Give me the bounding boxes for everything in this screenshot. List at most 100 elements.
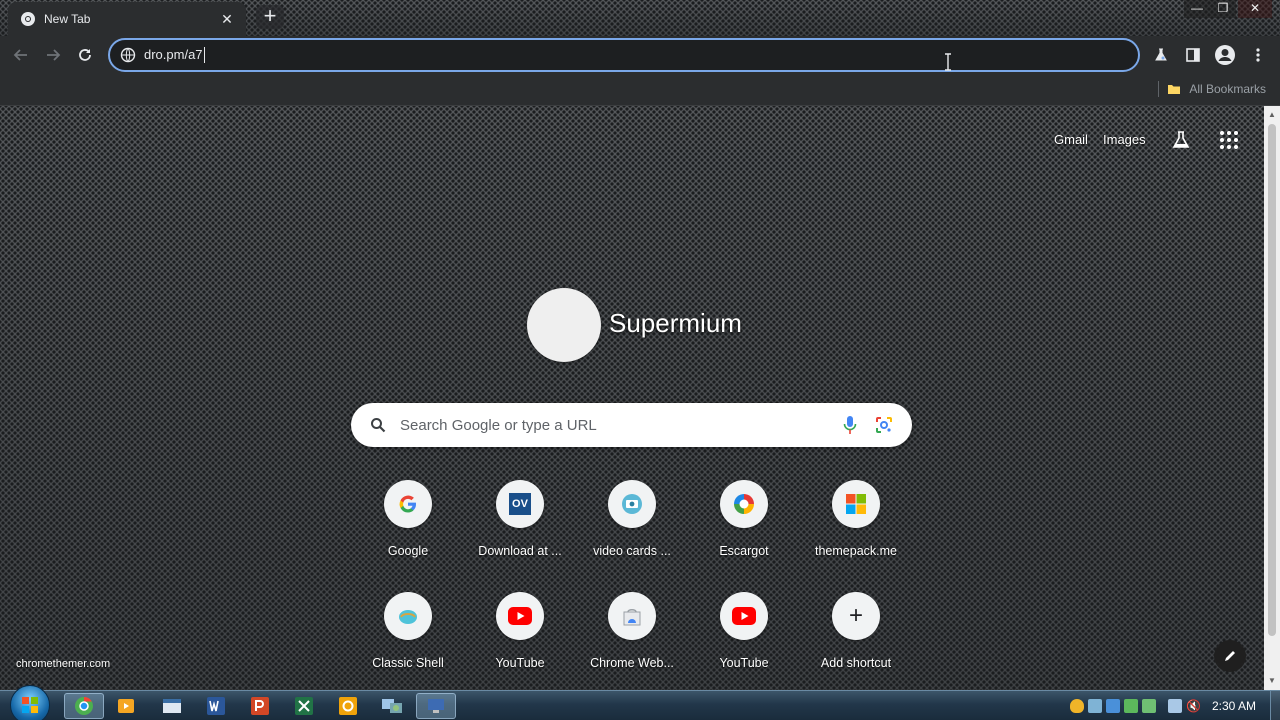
all-bookmarks-button[interactable]: All Bookmarks	[1158, 81, 1266, 97]
app-window-icon	[163, 699, 181, 713]
gmail-link[interactable]: Gmail	[1054, 132, 1088, 147]
images-link[interactable]: Images	[1103, 132, 1146, 147]
classic-shell-icon	[399, 610, 417, 624]
theme-attribution-link[interactable]: chromethemer.com	[16, 658, 110, 670]
scroll-up-arrow-icon[interactable]: ▲	[1268, 110, 1276, 119]
back-button[interactable]	[8, 42, 34, 68]
pencil-icon	[1225, 651, 1235, 661]
shortcut-label: Google	[387, 544, 429, 558]
shortcut-youtube-2[interactable]: YouTube	[688, 592, 800, 692]
shortcut-label: YouTube	[495, 656, 545, 670]
lens-search-icon[interactable]	[875, 416, 893, 434]
labs-flask-icon[interactable]	[1171, 130, 1191, 150]
shortcut-label: themepack.me	[815, 544, 897, 558]
app-monitor-icon	[428, 699, 444, 713]
minimize-button[interactable]: —	[1184, 0, 1210, 18]
taskbar-word[interactable]	[196, 693, 236, 719]
shortcut-themepack[interactable]: themepack.me	[800, 480, 912, 580]
restore-button[interactable]: ❐	[1210, 0, 1236, 18]
taskbar-app-9[interactable]	[416, 693, 456, 719]
shortcut-icon-wrap	[384, 480, 432, 528]
tray-app-icon[interactable]	[1141, 699, 1156, 713]
shortcut-youtube-1[interactable]: YouTube	[464, 592, 576, 692]
side-panel-icon	[1186, 48, 1200, 62]
shortcut-chrome-web-store[interactable]: Chrome Web...	[576, 592, 688, 692]
google-apps-icon[interactable]	[1219, 130, 1239, 150]
taskbar-chrome[interactable]	[64, 693, 104, 719]
shield-icon[interactable]	[1069, 699, 1084, 713]
shortcut-label: Classic Shell	[372, 656, 444, 670]
new-tab-button[interactable]: +	[256, 5, 284, 29]
tray-network-icon[interactable]	[1087, 699, 1102, 713]
shortcut-label: Escargot	[719, 544, 769, 558]
customize-button[interactable]	[1214, 640, 1246, 672]
excel-icon	[295, 697, 313, 715]
profile-button[interactable]	[1212, 42, 1238, 68]
taskbar-outlook[interactable]	[328, 693, 368, 719]
flask-icon	[1155, 48, 1167, 61]
ov-icon: OV	[509, 493, 531, 515]
reload-button[interactable]	[72, 42, 98, 68]
word-icon	[207, 697, 225, 715]
side-panel-button[interactable]	[1180, 42, 1206, 68]
shortcut-classic-shell[interactable]: Classic Shell	[352, 592, 464, 692]
forward-button[interactable]	[40, 42, 66, 68]
taskbar-powerpoint[interactable]	[240, 693, 280, 719]
search-box[interactable]: Search Google or type a URL	[351, 403, 912, 447]
escargot-icon	[734, 494, 754, 514]
show-desktop-button[interactable]	[1270, 691, 1280, 720]
windows-flag-icon	[846, 494, 866, 514]
tab-title: New Tab	[44, 12, 91, 26]
chrome-web-store-icon	[623, 609, 641, 626]
scrollbar-thumb[interactable]	[1268, 124, 1276, 636]
tab-close-icon[interactable]: ✕	[218, 11, 236, 28]
logo-circle	[527, 288, 601, 362]
plus-icon: +	[848, 602, 863, 629]
shortcut-escargot[interactable]: Escargot	[688, 480, 800, 580]
shortcut-label: Add shortcut	[820, 656, 892, 670]
windows-logo-icon	[22, 697, 38, 713]
start-button[interactable]	[10, 685, 50, 720]
kebab-menu-icon	[1256, 48, 1260, 62]
taskbar-network-app[interactable]	[372, 693, 412, 719]
video-card-icon	[622, 494, 642, 514]
page-scrollbar[interactable]: ▲ ▼	[1264, 106, 1280, 690]
close-window-button[interactable]: ✕	[1238, 0, 1272, 18]
shortcut-add[interactable]: + Add shortcut	[800, 592, 912, 692]
shortcut-label: YouTube	[719, 656, 769, 670]
labs-button[interactable]	[1148, 42, 1174, 68]
volume-muted-icon[interactable]: 🔇	[1186, 699, 1201, 713]
outlook-icon	[339, 697, 357, 715]
address-bar[interactable]: dro.pm/a7	[108, 38, 1140, 72]
shortcut-download[interactable]: OV Download at ...	[464, 480, 576, 580]
google-g-icon	[399, 495, 416, 513]
shortcut-label: Chrome Web...	[590, 656, 674, 670]
tray-check-icon[interactable]	[1123, 699, 1138, 713]
powerpoint-icon	[251, 697, 269, 715]
toolbar: dro.pm/a7	[0, 36, 1280, 74]
taskbar-media-player[interactable]	[106, 693, 146, 719]
taskbar-clock[interactable]: 2:30 AM	[1212, 699, 1256, 713]
site-info-icon[interactable]	[120, 47, 136, 63]
taskbar-excel[interactable]	[284, 693, 324, 719]
address-bar-text: dro.pm/a7	[144, 46, 205, 64]
media-player-icon	[118, 699, 134, 713]
youtube-icon	[508, 607, 532, 625]
youtube-icon	[732, 607, 756, 625]
tray-action-center-icon[interactable]	[1167, 699, 1182, 713]
forward-arrow-icon	[47, 49, 61, 61]
scroll-down-arrow-icon[interactable]: ▼	[1268, 676, 1276, 685]
bookmarks-separator	[1158, 81, 1160, 97]
tab-new-tab[interactable]: New Tab ✕	[8, 2, 246, 36]
shortcut-video-cards[interactable]: video cards ...	[576, 480, 688, 580]
taskbar-app-3[interactable]	[152, 693, 192, 719]
text-cursor-icon	[945, 53, 951, 71]
shortcut-label: video cards ...	[593, 544, 671, 558]
voice-search-icon[interactable]	[843, 415, 857, 435]
menu-button[interactable]	[1245, 42, 1271, 68]
shortcut-icon-wrap	[720, 480, 768, 528]
folder-icon	[1168, 85, 1181, 94]
tray-display-icon[interactable]	[1105, 699, 1120, 713]
bookmarks-bar: All Bookmarks	[0, 74, 1280, 106]
shortcut-google[interactable]: Google	[352, 480, 464, 580]
